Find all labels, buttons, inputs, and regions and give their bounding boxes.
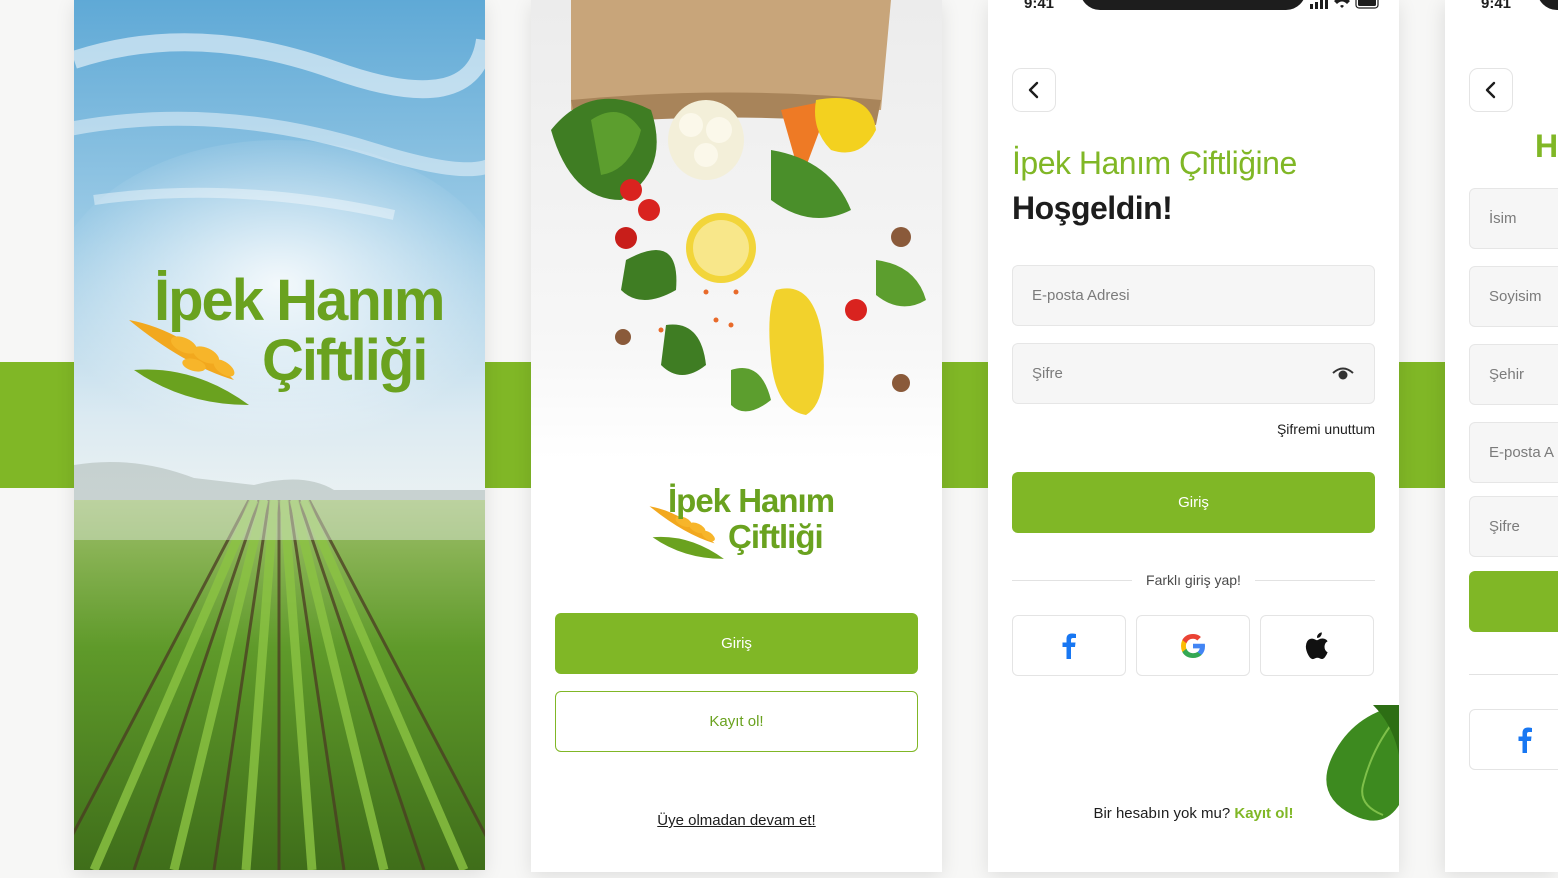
password-field[interactable]: Şifre bbox=[1469, 496, 1558, 557]
wifi-icon bbox=[1334, 0, 1350, 8]
register-button[interactable]: Kayıt ol! bbox=[555, 691, 918, 752]
welcome-title-line1: İpek Hanım Çiftliğine bbox=[1012, 145, 1297, 181]
farm-field-photo bbox=[74, 500, 485, 870]
register-screen: 9:41 H İsim Soyisim Şehir E-posta A Şifr… bbox=[1445, 0, 1558, 872]
alternative-login-label: Farklı giriş yap! bbox=[1146, 572, 1241, 588]
status-time: 9:41 bbox=[1481, 0, 1512, 12]
continue-as-guest-link[interactable]: Üye olmadan devam et! bbox=[531, 812, 942, 829]
last-name-field[interactable]: Soyisim bbox=[1469, 266, 1558, 327]
city-field[interactable]: Şehir bbox=[1469, 344, 1558, 405]
email-field[interactable] bbox=[1012, 265, 1375, 326]
divider bbox=[1469, 674, 1558, 675]
login-button[interactable]: Giriş bbox=[555, 613, 918, 674]
brand-name-line2: Çiftliği bbox=[728, 518, 824, 555]
facebook-icon bbox=[1062, 633, 1076, 659]
submit-login-button[interactable]: Giriş bbox=[1012, 472, 1375, 533]
signup-prompt: Bir hesabın yok mu? Kayıt ol! bbox=[988, 805, 1399, 822]
welcome-title-line2: Hoşgeldin! bbox=[1012, 190, 1173, 226]
dynamic-island bbox=[1537, 0, 1558, 10]
status-icons bbox=[1310, 0, 1379, 9]
grocery-bag-vegetables-photo bbox=[531, 0, 942, 460]
back-button[interactable] bbox=[1469, 68, 1513, 112]
apple-icon bbox=[1305, 631, 1328, 659]
brand-name-line1: İpek Hanım bbox=[668, 482, 835, 519]
brand-logo-small: İpek Hanım Çiftliği bbox=[646, 478, 836, 568]
signup-link[interactable]: Kayıt ol! bbox=[1234, 805, 1293, 822]
welcome-screen: İpek Hanım Çiftliği Giriş Kayıt ol! Üye … bbox=[531, 0, 942, 872]
apple-login-button[interactable] bbox=[1260, 615, 1374, 676]
first-name-field[interactable]: İsim bbox=[1469, 188, 1558, 249]
chevron-left-icon bbox=[1028, 81, 1039, 99]
facebook-login-button[interactable] bbox=[1012, 615, 1126, 676]
sky-background bbox=[74, 0, 485, 520]
forgot-password-link[interactable]: Şifremi unuttum bbox=[1277, 421, 1375, 437]
no-account-text: Bir hesabın yok mu? bbox=[1093, 805, 1231, 822]
battery-icon bbox=[1355, 0, 1379, 9]
facebook-icon bbox=[1518, 727, 1532, 753]
dynamic-island bbox=[1080, 0, 1306, 10]
register-submit-button[interactable] bbox=[1469, 571, 1558, 632]
brand-name-line2: Çiftliği bbox=[262, 328, 428, 393]
password-field[interactable] bbox=[1012, 343, 1375, 404]
eye-icon[interactable] bbox=[1332, 364, 1354, 382]
back-button[interactable] bbox=[1012, 68, 1056, 112]
login-screen: 9:41 İpek Hanım Çiftliğine Hoşgeldin! Şi… bbox=[988, 0, 1399, 872]
status-time: 9:41 bbox=[1024, 0, 1055, 12]
brand-logo: İpek Hanım Çiftliği bbox=[124, 262, 445, 422]
google-login-button[interactable] bbox=[1136, 615, 1250, 676]
chevron-left-icon bbox=[1485, 81, 1496, 99]
facebook-register-button[interactable] bbox=[1469, 709, 1558, 770]
register-title: H bbox=[1535, 128, 1558, 164]
splash-screen: İpek Hanım Çiftliği bbox=[74, 0, 485, 870]
signal-icon bbox=[1310, 0, 1328, 9]
email-field[interactable]: E-posta A bbox=[1469, 422, 1558, 483]
brand-name-line1: İpek Hanım bbox=[154, 268, 445, 333]
google-icon bbox=[1181, 633, 1205, 658]
